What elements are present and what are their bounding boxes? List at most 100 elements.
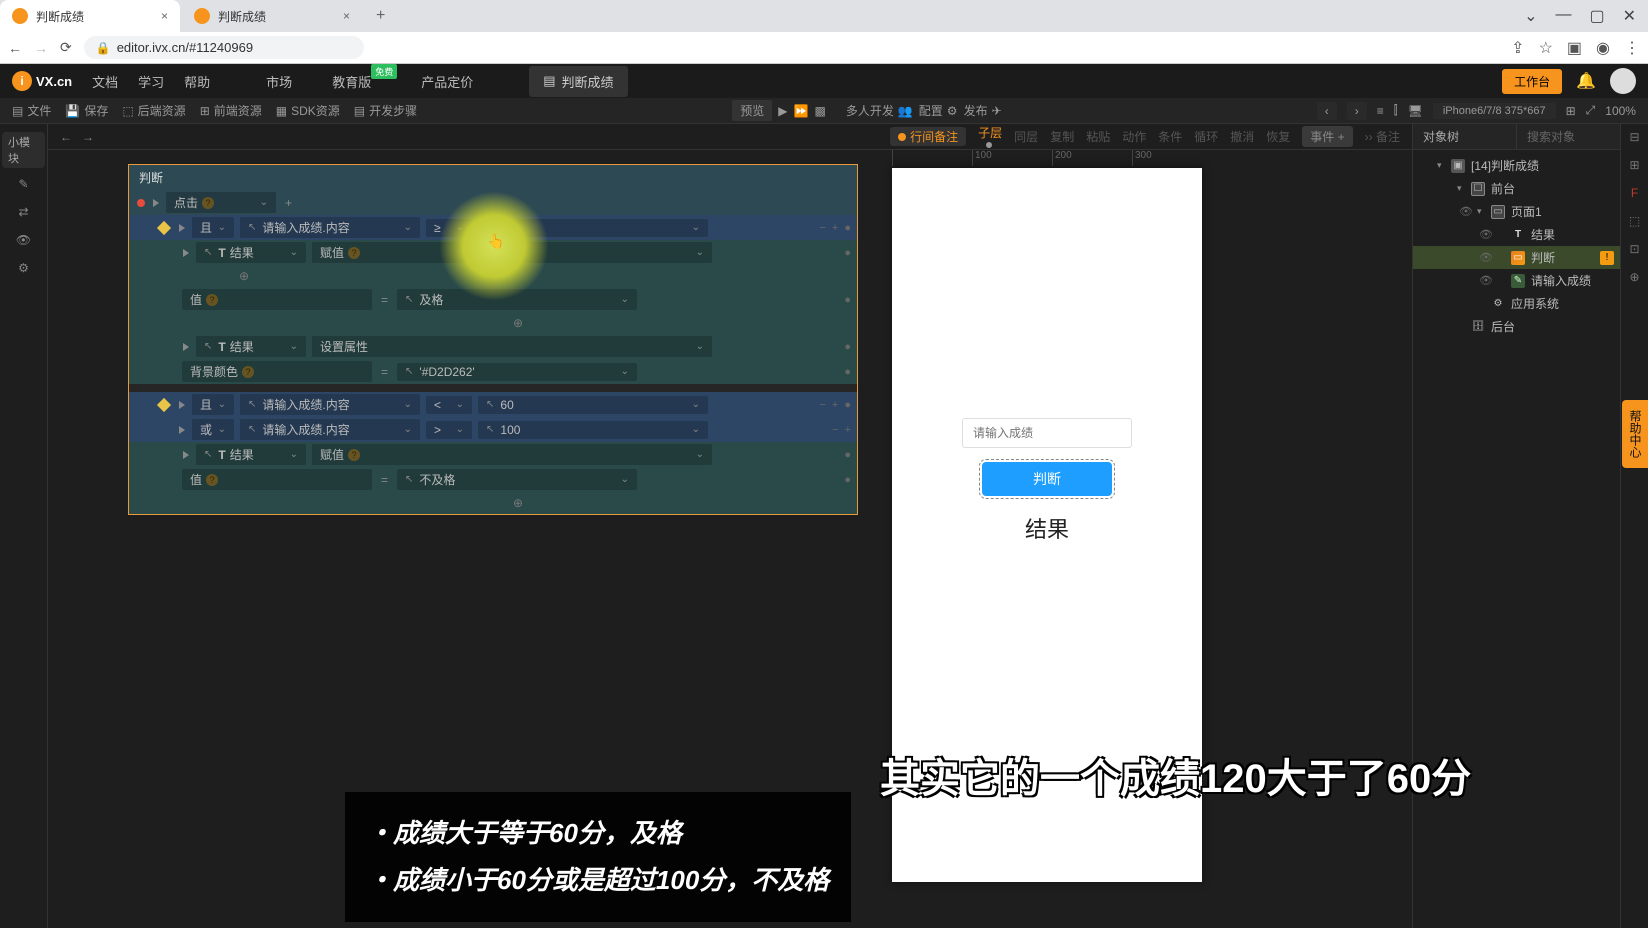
tool-edit-icon[interactable]: ✎ [0,170,47,198]
backend-res[interactable]: ⬚ 后端资源 [122,102,185,119]
row-note-toggle[interactable]: 行间备注 [890,127,966,146]
star-icon[interactable]: ☆ [1539,38,1553,58]
config[interactable]: 配置 ⚙ [919,102,958,119]
cond-btn[interactable]: 条件 [1158,128,1182,145]
judge-button[interactable]: 判断 [982,462,1112,496]
row-dot-icon[interactable]: ● [844,294,851,306]
expand-icon[interactable] [179,224,185,232]
dev-steps[interactable]: ▤ 开发步骤 [354,102,417,119]
remark-btn[interactable]: ›› 备注 [1365,128,1400,145]
tool-f-icon[interactable]: ⊕ [1629,270,1639,284]
tree-root[interactable]: ▾ ▣ [14]判断成绩 [1413,154,1620,177]
play-icon[interactable]: ▶ [778,104,787,118]
action-add-row[interactable]: ⊕ [129,312,857,334]
align-icon[interactable]: ≡ [1377,104,1384,118]
panel-back-icon[interactable]: ← [60,130,72,144]
tool-eye-icon[interactable]: 👁 [0,226,47,254]
tool-arrows-icon[interactable]: ⇄ [0,198,47,226]
cond-op-select[interactable]: < [426,396,472,414]
tree-search[interactable]: 搜索对象 [1516,124,1620,149]
tool-gear-icon[interactable]: ⚙ [0,254,47,282]
row-plus-icon[interactable]: + [832,399,838,411]
eye-icon[interactable]: 👁 [1479,228,1491,241]
events-btn[interactable]: 事件 + [1302,126,1352,147]
back-icon[interactable]: ← [8,40,22,56]
sdk-res[interactable]: ▦ SDK资源 [276,102,340,119]
browser-tab-active[interactable]: 判断成绩 × [0,0,180,32]
tree-result-node[interactable]: 👁 T 结果 [1413,223,1620,246]
tree-front[interactable]: ▾ ☐ 前台 [1413,177,1620,200]
row-dot-icon[interactable]: ● [844,399,851,411]
chevron-down-icon[interactable]: ⌄ [1524,6,1537,26]
expand-icon[interactable] [183,249,189,257]
url-field[interactable]: 🔒 editor.ivx.cn/#11240969 [84,36,364,59]
target-select[interactable]: ↖T 结果 [196,444,306,465]
cond-type-select[interactable]: 且 [192,394,234,415]
action-select[interactable]: 设置属性 [312,336,712,357]
eye-icon[interactable]: 👁 [1479,274,1491,287]
row-minus-icon[interactable]: − [819,222,825,234]
tree-input-node[interactable]: 👁 ✎ 请输入成绩 [1413,269,1620,292]
tree-judge-node[interactable]: 👁 ▭ 判断 ! [1413,246,1620,269]
device-selector[interactable]: iPhone6/7/8 375*667 [1433,103,1556,119]
expand-icon[interactable] [183,451,189,459]
row-dot-icon[interactable]: ● [844,474,851,486]
condition-row-if[interactable]: 且 ↖请输入成绩.内容 < ↖60 −+● [129,392,857,417]
logo[interactable]: i VX.cn [12,71,72,91]
action-row-target[interactable]: ↖T 结果 设置属性 ● [129,334,857,359]
row-dot-icon[interactable]: ● [844,222,851,234]
tool-a-icon[interactable]: ⊟ [1629,130,1639,144]
preview-label[interactable]: 预览 [732,100,772,121]
grid-icon[interactable]: ⊞ [1566,104,1576,118]
small-module-label[interactable]: 小模块 [2,132,45,168]
sublayer-btn[interactable]: 子层 [978,124,1002,149]
expand-icon[interactable] [153,199,159,207]
nav-pricing[interactable]: 产品定价 [421,72,473,91]
cond-left-select[interactable]: ↖请输入成绩.内容 [240,419,420,440]
history-fwd[interactable]: › [1347,102,1367,120]
workbench-button[interactable]: 工作台 [1502,69,1562,94]
row-dot-icon[interactable]: ● [844,366,851,378]
score-input[interactable] [962,418,1132,448]
param-value-input[interactable]: ↖及格 [397,289,637,310]
undo-btn[interactable]: 撤消 [1230,128,1254,145]
eye-icon[interactable]: 👁 [1479,251,1491,264]
target-select[interactable]: ↖T 结果 [196,242,306,263]
reload-icon[interactable]: ⟳ [60,39,72,56]
cond-type-select[interactable]: 且 [192,217,234,238]
file-menu[interactable]: ▤ 文件 [12,102,51,119]
nav-edu[interactable]: 教育版免费 [332,72,371,91]
profile-icon[interactable]: ◉ [1596,38,1610,58]
cond-right-input[interactable]: ↖100 [478,421,708,439]
new-tab-button[interactable]: + [364,7,397,25]
fullscreen-icon[interactable]: ⤢ [1586,103,1596,118]
close-window-icon[interactable]: ✕ [1623,6,1636,26]
condition-row-if[interactable]: 且 ↖请输入成绩.内容 ≥ ↖60 −+● [129,215,857,240]
cond-op-select[interactable]: > [426,421,472,439]
add-event-icon[interactable]: + [285,196,292,210]
save-button[interactable]: 💾 保存 [65,102,108,119]
expand-icon[interactable] [179,426,185,434]
zoom-value[interactable]: 100% [1605,104,1636,118]
tree-page[interactable]: 👁▾ ▭ 页面1 [1413,200,1620,223]
row-dot-icon[interactable]: ● [844,449,851,461]
cond-left-select[interactable]: ↖请输入成绩.内容 [240,217,420,238]
action-add-row[interactable]: ⊕ [129,265,857,287]
row-minus-icon[interactable]: − [819,399,825,411]
nav-docs[interactable]: 文档 [92,72,118,91]
action-select[interactable]: 赋值 ? [312,444,712,465]
publish[interactable]: 发布 ✈ [964,102,1002,119]
tab-close-icon[interactable]: × [343,9,350,23]
row-plus-icon[interactable]: + [845,424,851,436]
history-back[interactable]: ‹ [1317,102,1337,120]
tool-b-icon[interactable]: ⊞ [1629,158,1639,172]
samelayer-btn[interactable]: 同层 [1014,128,1038,145]
row-dot-icon[interactable]: ● [844,247,851,259]
action-param-row[interactable]: 背景颜色 ? = ↖'#D2D262' ● [129,359,857,384]
action-row-target[interactable]: ↖T 结果 赋值 ? ● [129,442,857,467]
share-icon[interactable]: ⇪ [1511,38,1524,58]
browser-tab-inactive[interactable]: 判断成绩 × [182,0,362,32]
event-type-select[interactable]: 点击 ? [166,192,276,213]
action-add-row[interactable]: ⊕ [129,492,857,514]
tree-sys-node[interactable]: ⚙ 应用系统 [1413,292,1620,315]
